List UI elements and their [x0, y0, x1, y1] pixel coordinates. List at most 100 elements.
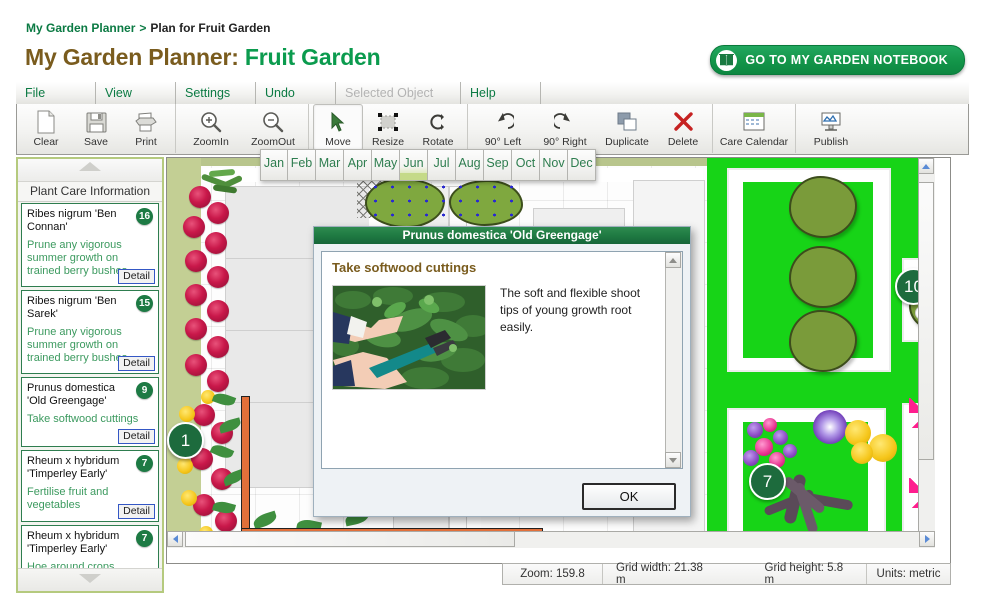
plant-marker[interactable]: 7 — [749, 463, 786, 500]
delete-button-label: Delete — [667, 136, 699, 148]
delete-button[interactable]: Delete — [658, 104, 708, 151]
canvas-vertical-scrollbar[interactable] — [918, 158, 935, 548]
zoom-out-button[interactable]: ZoomOut — [242, 104, 304, 151]
breadcrumb-root-link[interactable]: My Garden Planner — [26, 21, 135, 35]
detail-button[interactable]: Detail — [118, 504, 155, 519]
status-badge: 7 — [136, 530, 153, 547]
dialog-scrollbar[interactable] — [665, 252, 682, 468]
month-tab-jul[interactable]: Jul — [428, 149, 456, 181]
chevron-up-icon — [79, 162, 101, 171]
palm-plant[interactable] — [197, 166, 251, 200]
status-badge: 15 — [136, 295, 153, 312]
month-tab-may[interactable]: May — [372, 149, 400, 181]
plant-care-card[interactable]: 15 Ribes nigrum 'Ben Sarek' Prune any vi… — [21, 290, 159, 374]
page-title-garden-name: Fruit Garden — [244, 44, 381, 70]
scroll-up-button[interactable] — [918, 158, 934, 174]
plant-marker[interactable]: 1 — [167, 422, 204, 459]
menu-item-file[interactable]: File — [16, 82, 96, 104]
status-badge: 16 — [136, 208, 153, 225]
scroll-left-button[interactable] — [167, 531, 183, 547]
sidebar-scroll-down[interactable] — [18, 568, 162, 591]
detail-button[interactable]: Detail — [118, 269, 155, 284]
rotate-left-button[interactable]: 90° Left — [472, 104, 534, 151]
menu-item-undo[interactable]: Undo — [256, 82, 336, 104]
monitor-icon — [819, 109, 843, 135]
zoom-in-button-label: ZoomIn — [193, 136, 229, 148]
shrub-shape[interactable] — [789, 176, 857, 238]
menu-item-view[interactable]: View — [96, 82, 176, 104]
status-badge: 7 — [136, 455, 153, 472]
selected-object-frame-vertical[interactable] — [241, 396, 250, 538]
clear-button-label: Clear — [33, 136, 59, 148]
printer-icon — [134, 109, 158, 135]
detail-button[interactable]: Detail — [118, 356, 155, 371]
toolbar: Clear Save Print ZoomIn ZoomOut Move Res… — [16, 104, 969, 155]
menu-item-settings[interactable]: Settings — [176, 82, 256, 104]
breadcrumb-current: Plan for Fruit Garden — [150, 21, 271, 35]
month-tab-feb[interactable]: Feb — [288, 149, 316, 181]
month-tab-jan[interactable]: Jan — [260, 149, 288, 181]
plant-name: Rheum x hybridum 'Timperley Early' — [27, 455, 120, 480]
sidebar-scroll-up[interactable] — [18, 159, 162, 182]
plant-care-card[interactable]: 7 Rheum x hybridum 'Timperley Early' Fer… — [21, 450, 159, 522]
toolbar-group-care: Care Calendar — [713, 104, 796, 153]
move-button[interactable]: Move — [313, 104, 363, 151]
zoom-in-button[interactable]: ZoomIn — [180, 104, 242, 151]
zoom-out-button-label: ZoomOut — [251, 136, 295, 148]
resize-button[interactable]: Resize — [363, 104, 413, 151]
go-to-my-garden-notebook-button[interactable]: GO TO MY GARDEN NOTEBOOK — [710, 45, 965, 75]
chevron-down-icon — [79, 574, 101, 583]
dialog-body: Take softwood cuttings The soft and flex… — [321, 251, 683, 469]
daffodil-cluster[interactable] — [845, 420, 903, 472]
save-button[interactable]: Save — [71, 104, 121, 151]
shrub-shape[interactable] — [789, 310, 857, 372]
rotate-button[interactable]: Rotate — [413, 104, 463, 151]
sidebar-title: Plant Care Information — [18, 182, 162, 202]
rotate-right-button[interactable]: 90° Right — [534, 104, 596, 151]
print-button[interactable]: Print — [121, 104, 171, 151]
clear-button[interactable]: Clear — [21, 104, 71, 151]
duplicate-button[interactable]: Duplicate — [596, 104, 658, 151]
plant-name: Ribes nigrum 'Ben Sarek' — [27, 295, 117, 320]
rotate-icon — [428, 109, 448, 135]
plant-care-card[interactable]: 7 Rheum x hybridum 'Timperley Early' Hoe… — [21, 525, 159, 571]
month-tab-apr[interactable]: Apr — [344, 149, 372, 181]
shrub-shape[interactable] — [789, 246, 857, 308]
page-title-prefix: My Garden Planner: — [25, 44, 239, 70]
vertical-scroll-thumb[interactable] — [918, 182, 934, 460]
plant-care-card[interactable]: 16 Ribes nigrum 'Ben Connan' Prune any v… — [21, 203, 159, 287]
dialog-footer: OK — [314, 476, 690, 516]
toolbar-group-object: 90° Left 90° Right Duplicate Delete — [468, 104, 713, 153]
month-tab-dec[interactable]: Dec — [568, 149, 596, 181]
dialog-description: The soft and flexible shoot tips of youn… — [500, 286, 641, 334]
dialog-heading: Take softwood cuttings — [332, 260, 477, 275]
month-tab-oct[interactable]: Oct — [512, 149, 540, 181]
month-tab-jun[interactable]: Jun — [400, 149, 428, 181]
dialog-scroll-down-button[interactable] — [665, 452, 681, 468]
detail-button[interactable]: Detail — [118, 429, 155, 444]
plant-care-card[interactable]: 9 Prunus domestica 'Old Greengage' Take … — [21, 377, 159, 447]
page-title: My Garden Planner: Fruit Garden — [25, 44, 381, 71]
ok-button[interactable]: OK — [582, 482, 676, 510]
rotate-left-button-label: 90° Left — [484, 136, 522, 148]
status-grid: Grid width: 21.38 m Grid height: 5.8 m — [603, 562, 867, 586]
month-tab-nov[interactable]: Nov — [540, 149, 568, 181]
print-button-label: Print — [135, 136, 157, 148]
dialog-scroll-up-button[interactable] — [665, 252, 681, 268]
status-zoom: Zoom: 159.8 — [503, 564, 603, 584]
horizontal-scroll-thumb[interactable] — [185, 531, 515, 547]
care-calendar-button[interactable]: Care Calendar — [717, 104, 791, 151]
duplicate-squares-icon — [616, 109, 638, 135]
month-tab-mar[interactable]: Mar — [316, 149, 344, 181]
scroll-right-button[interactable] — [919, 531, 935, 547]
plant-care-card-list[interactable]: 16 Ribes nigrum 'Ben Connan' Prune any v… — [21, 203, 159, 571]
canvas-horizontal-scrollbar[interactable] — [167, 531, 935, 548]
month-tab-sep[interactable]: Sep — [484, 149, 512, 181]
care-task: Take softwood cuttings — [27, 413, 139, 425]
allium-flower[interactable] — [813, 410, 847, 444]
notebook-button-label: GO TO MY GARDEN NOTEBOOK — [745, 53, 948, 67]
save-button-label: Save — [84, 136, 108, 148]
month-tab-aug[interactable]: Aug — [456, 149, 484, 181]
publish-button[interactable]: Publish — [800, 104, 862, 151]
menu-item-help[interactable]: Help — [461, 82, 541, 104]
